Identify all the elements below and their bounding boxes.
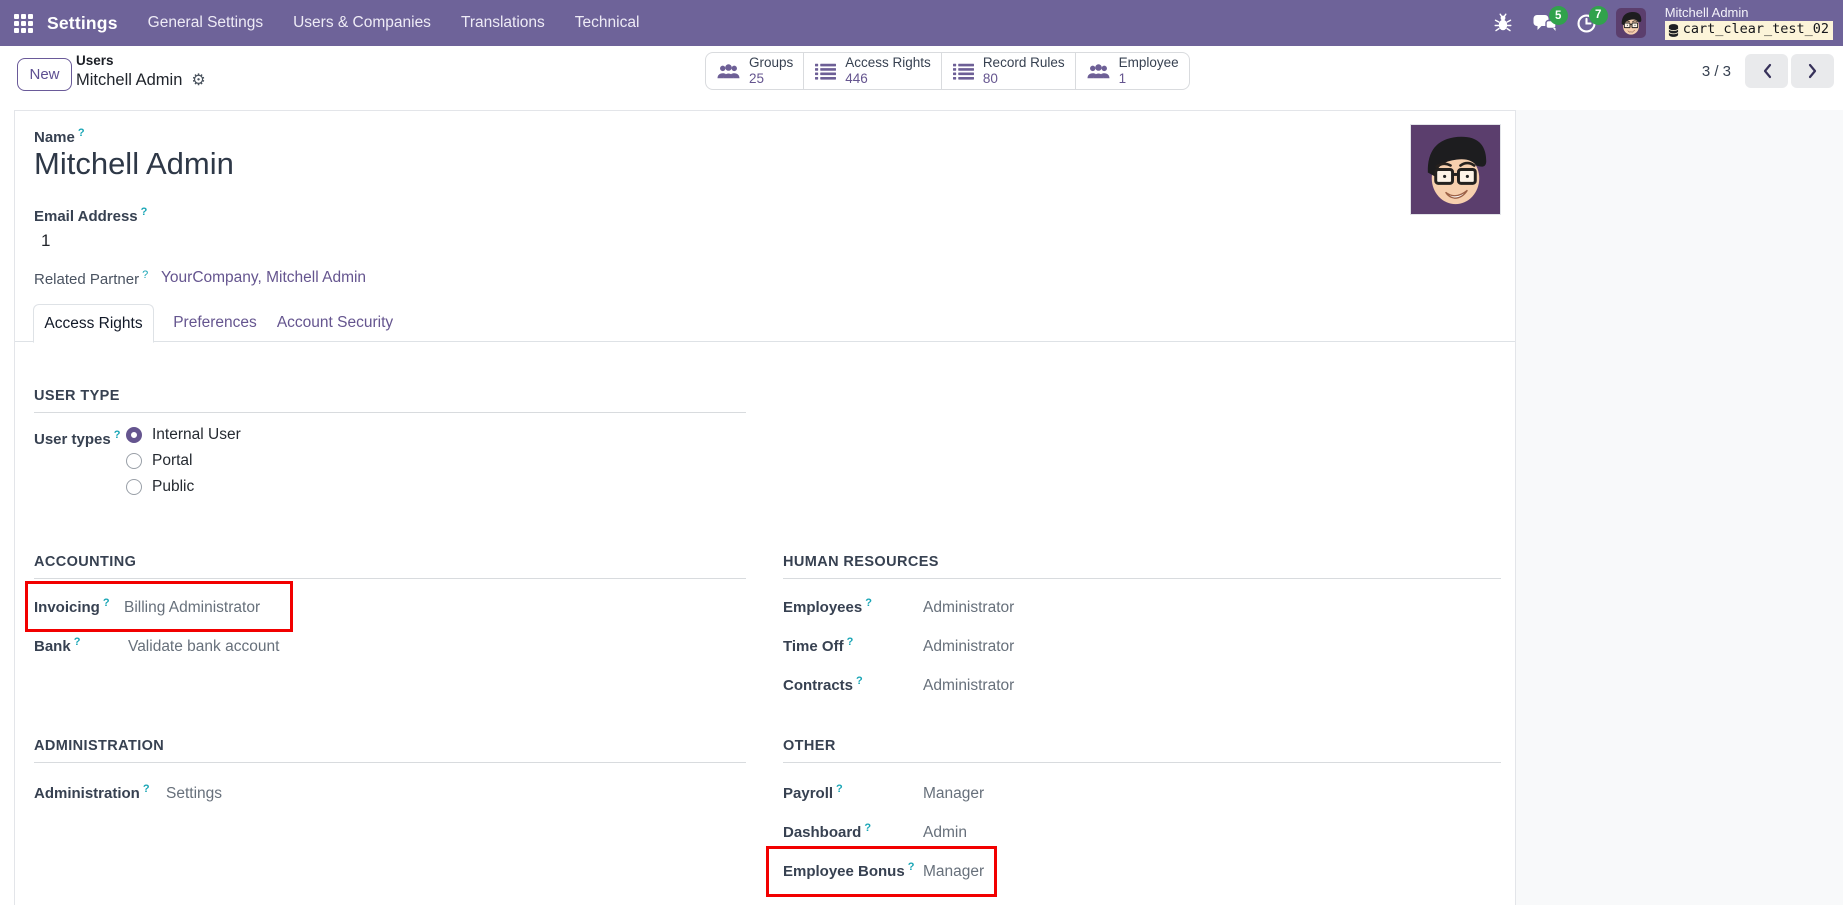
list-icon	[953, 63, 974, 80]
stat-button-groups[interactable]: Groups 25	[706, 53, 805, 89]
menu-users-companies[interactable]: Users & Companies	[293, 14, 431, 32]
invoicing-value[interactable]: Billing Administrator	[124, 599, 260, 617]
profile-image[interactable]	[1410, 124, 1501, 215]
help-icon[interactable]: ?	[78, 127, 85, 139]
activities-badge: 7	[1588, 5, 1608, 25]
breadcrumb-current: Mitchell Admin	[76, 71, 183, 90]
pager-counter: 3 / 3	[1701, 62, 1731, 80]
related-partner-label: Related Partner?	[34, 269, 149, 288]
tab-preferences[interactable]: Preferences	[160, 304, 270, 342]
user-form-sheet: Name? Mitchell Admin Email Address? 1 Re…	[14, 110, 1516, 905]
user-menu[interactable]: Mitchell Admin cart_clear_test_02	[1664, 5, 1833, 40]
breadcrumb: Users Mitchell Admin ⚙	[76, 53, 206, 90]
help-icon[interactable]: ?	[856, 675, 863, 687]
help-icon[interactable]: ?	[142, 269, 148, 281]
pager-next-button[interactable]	[1791, 54, 1834, 88]
help-icon[interactable]: ?	[908, 861, 915, 873]
email-field-value[interactable]: 1	[41, 231, 50, 251]
radio-portal[interactable]: Portal	[126, 452, 193, 470]
user-types-label: User types?	[34, 429, 121, 448]
employee-bonus-label: Employee Bonus?	[783, 861, 915, 880]
user-avatar[interactable]	[1616, 8, 1646, 38]
menu-translations[interactable]: Translations	[461, 14, 545, 32]
app-name[interactable]: Settings	[47, 13, 118, 34]
help-icon[interactable]: ?	[847, 636, 854, 648]
radio-internal-user[interactable]: Internal User	[126, 426, 241, 444]
menu-technical[interactable]: Technical	[575, 14, 640, 32]
contracts-value[interactable]: Administrator	[923, 677, 1014, 695]
help-icon[interactable]: ?	[865, 597, 872, 609]
right-gutter	[1516, 110, 1843, 905]
help-icon[interactable]: ?	[143, 783, 150, 795]
time-off-label: Time Off?	[783, 636, 854, 655]
messages-icon[interactable]: 5	[1532, 6, 1568, 33]
list-icon	[815, 63, 836, 80]
tab-access-rights[interactable]: Access Rights	[33, 304, 154, 343]
bank-value[interactable]: Validate bank account	[128, 638, 279, 656]
contracts-label: Contracts?	[783, 675, 863, 694]
administration-label: Administration?	[34, 783, 150, 802]
stat-button-group: Groups 25 Access Rights 446 Record Rules…	[705, 52, 1190, 90]
email-field-label: Email Address?	[34, 206, 148, 225]
dashboard-label: Dashboard?	[783, 822, 872, 841]
invoicing-label: Invoicing?	[34, 597, 110, 616]
stat-button-access-rights[interactable]: Access Rights 446	[804, 53, 942, 89]
employees-label: Employees?	[783, 597, 872, 616]
stat-button-employee[interactable]: Employee 1	[1076, 53, 1189, 89]
control-panel: New Users Mitchell Admin ⚙ Groups 25 Acc…	[0, 46, 1843, 110]
help-icon[interactable]: ?	[836, 783, 843, 795]
pager-previous-button[interactable]	[1745, 54, 1788, 88]
payroll-label: Payroll?	[783, 783, 843, 802]
section-header-other: OTHER	[783, 738, 1501, 763]
help-icon[interactable]: ?	[141, 206, 148, 218]
section-header-user-type: USER TYPE	[34, 388, 746, 413]
users-icon	[717, 63, 740, 80]
activities-clock-icon[interactable]: 7	[1576, 5, 1608, 34]
employees-value[interactable]: Administrator	[923, 599, 1014, 617]
top-navbar: Settings General Settings Users & Compan…	[0, 0, 1843, 46]
help-icon[interactable]: ?	[864, 822, 871, 834]
radio-public[interactable]: Public	[126, 478, 194, 496]
bank-label: Bank?	[34, 636, 81, 655]
systray: 5 7 Mitchell Admin cart_clear_test_02	[1493, 5, 1835, 40]
messages-badge: 5	[1548, 6, 1568, 25]
payroll-value[interactable]: Manager	[923, 785, 984, 803]
apps-grid-icon[interactable]	[14, 13, 33, 33]
radio-button[interactable]	[126, 453, 142, 469]
time-off-value[interactable]: Administrator	[923, 638, 1014, 656]
nav-menu: General Settings Users & Companies Trans…	[148, 14, 640, 32]
breadcrumb-users-link[interactable]: Users	[76, 53, 206, 69]
administration-value[interactable]: Settings	[166, 785, 222, 803]
debug-bug-icon[interactable]	[1493, 13, 1513, 33]
radio-button-selected[interactable]	[126, 427, 142, 443]
name-field-label: Name?	[34, 127, 85, 146]
chevron-right-icon	[1808, 63, 1818, 79]
section-header-accounting: ACCOUNTING	[34, 554, 746, 579]
database-name: cart_clear_test_02	[1682, 21, 1829, 38]
section-header-human-resources: HUMAN RESOURCES	[783, 554, 1501, 579]
database-badge: cart_clear_test_02	[1664, 21, 1833, 40]
related-partner-link[interactable]: YourCompany, Mitchell Admin	[161, 269, 366, 287]
pager: 3 / 3	[1702, 52, 1834, 90]
help-icon[interactable]: ?	[74, 636, 81, 648]
dashboard-value[interactable]: Admin	[923, 824, 967, 842]
chevron-left-icon	[1762, 63, 1772, 79]
stat-button-record-rules[interactable]: Record Rules 80	[942, 53, 1076, 89]
new-button[interactable]: New	[17, 58, 72, 91]
database-icon	[1668, 24, 1679, 37]
help-icon[interactable]: ?	[103, 597, 110, 609]
employee-bonus-value[interactable]: Manager	[923, 863, 984, 881]
section-header-administration: ADMINISTRATION	[34, 738, 746, 763]
user-name: Mitchell Admin	[1664, 5, 1749, 21]
help-icon[interactable]: ?	[114, 429, 121, 441]
radio-button[interactable]	[126, 479, 142, 495]
action-menu-gear-icon[interactable]: ⚙	[191, 72, 205, 89]
tab-account-security[interactable]: Account Security	[270, 304, 400, 342]
users-icon	[1087, 63, 1110, 80]
menu-general-settings[interactable]: General Settings	[148, 14, 263, 32]
user-name-title[interactable]: Mitchell Admin	[34, 145, 234, 184]
